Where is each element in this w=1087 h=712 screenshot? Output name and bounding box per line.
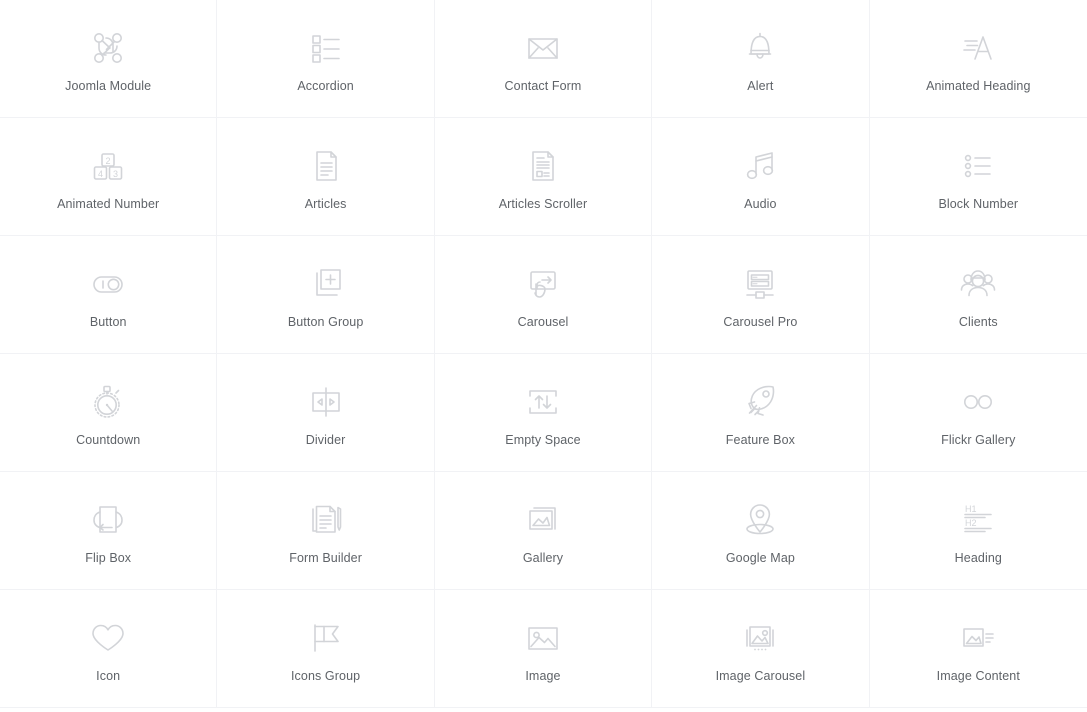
- element-label: Articles Scroller: [498, 197, 588, 211]
- element-card-form-builder[interactable]: Form Builder: [217, 472, 435, 590]
- two-circles-icon: [955, 379, 1001, 425]
- element-label: Audio: [744, 197, 777, 211]
- element-card-divider[interactable]: Divider: [217, 354, 435, 472]
- element-card-empty-space[interactable]: Empty Space: [434, 354, 653, 472]
- stopwatch-icon: [85, 379, 131, 425]
- element-label: Flickr Gallery: [941, 433, 1016, 447]
- toggle-switch-icon: [85, 261, 131, 307]
- element-label: Block Number: [938, 197, 1019, 211]
- element-label: Image Carousel: [715, 669, 806, 683]
- element-label: Gallery: [522, 551, 564, 565]
- heading-glyph-h1: H1: [965, 504, 977, 514]
- element-card-animated-number[interactable]: 2 4 3 Animated Number: [0, 118, 218, 236]
- element-card-button[interactable]: Button: [0, 236, 218, 354]
- number-glyph-left: 4: [98, 169, 103, 179]
- number-glyph-top: 2: [106, 156, 111, 166]
- element-card-articles-scroller[interactable]: Articles Scroller: [434, 118, 653, 236]
- swipe-hand-icon: [520, 261, 566, 307]
- element-label: Empty Space: [505, 433, 581, 447]
- picture-icon: [520, 615, 566, 661]
- element-card-image-carousel[interactable]: Image Carousel: [652, 590, 870, 708]
- envelope-icon: [520, 25, 566, 71]
- element-card-clients[interactable]: Clients: [869, 236, 1087, 354]
- element-label: Form Builder: [289, 551, 362, 565]
- element-card-feature-box[interactable]: Feature Box: [652, 354, 870, 472]
- element-label: Contact Form: [504, 79, 582, 93]
- picture-text-icon: [955, 615, 1001, 661]
- element-card-heading[interactable]: H1 H2 Heading: [869, 472, 1087, 590]
- element-label: Button: [89, 315, 127, 329]
- element-label: Heading: [954, 551, 1002, 565]
- element-label: Image: [525, 669, 561, 683]
- element-card-audio[interactable]: Audio: [652, 118, 870, 236]
- element-card-alert[interactable]: Alert: [652, 0, 870, 118]
- element-card-carousel-pro[interactable]: Carousel Pro: [652, 236, 870, 354]
- element-label: Feature Box: [725, 433, 795, 447]
- element-label: Alert: [747, 79, 774, 93]
- element-card-google-map[interactable]: Google Map: [652, 472, 870, 590]
- element-card-block-number[interactable]: Block Number: [869, 118, 1087, 236]
- heart-icon: [85, 615, 131, 661]
- number-glyph-right: 3: [113, 169, 118, 179]
- element-card-accordion[interactable]: Accordion: [217, 0, 435, 118]
- element-label: Clients: [958, 315, 998, 329]
- flip-card-icon: [85, 497, 131, 543]
- flag-icon: [303, 615, 349, 661]
- element-card-image-content[interactable]: Image Content: [869, 590, 1087, 708]
- element-label: Animated Number: [57, 197, 160, 211]
- bullet-list-icon: [955, 143, 1001, 189]
- element-card-carousel[interactable]: Carousel: [434, 236, 653, 354]
- people-group-icon: [955, 261, 1001, 307]
- up-down-arrows-icon: [520, 379, 566, 425]
- element-label: Flip Box: [85, 551, 132, 565]
- document-columns-icon: [520, 143, 566, 189]
- element-label: Animated Heading: [926, 79, 1031, 93]
- number-blocks-icon: 2 4 3: [85, 143, 131, 189]
- element-card-countdown[interactable]: Countdown: [0, 354, 218, 472]
- document-lines-icon: [303, 143, 349, 189]
- accordion-icon: [303, 25, 349, 71]
- element-label: Button Group: [287, 315, 364, 329]
- element-card-button-group[interactable]: Button Group: [217, 236, 435, 354]
- element-label: Articles: [304, 197, 347, 211]
- heading-glyph-h2: H2: [965, 518, 977, 528]
- element-label: Image Content: [936, 669, 1020, 683]
- element-label: Divider: [305, 433, 346, 447]
- element-label: Icon: [96, 669, 121, 683]
- element-card-contact-form[interactable]: Contact Form: [434, 0, 653, 118]
- element-grid: Joomla Module Accordion Contact Form Ale…: [0, 0, 1087, 708]
- map-pin-icon: [737, 497, 783, 543]
- element-card-articles[interactable]: Articles: [217, 118, 435, 236]
- element-card-flickr-gallery[interactable]: Flickr Gallery: [869, 354, 1087, 472]
- bell-icon: [737, 25, 783, 71]
- element-card-image[interactable]: Image: [434, 590, 653, 708]
- rocket-icon: [737, 379, 783, 425]
- animated-heading-icon: [955, 25, 1001, 71]
- element-label: Google Map: [725, 551, 795, 565]
- split-arrows-icon: [303, 379, 349, 425]
- picture-carousel-icon: [737, 615, 783, 661]
- element-card-icons-group[interactable]: Icons Group: [217, 590, 435, 708]
- music-note-icon: [737, 143, 783, 189]
- heading-levels-icon: H1 H2: [955, 497, 1001, 543]
- element-card-gallery[interactable]: Gallery: [434, 472, 653, 590]
- slider-panel-icon: [737, 261, 783, 307]
- element-label: Carousel: [517, 315, 569, 329]
- plus-square-stack-icon: [303, 261, 349, 307]
- element-label: Countdown: [76, 433, 141, 447]
- photo-stack-icon: [520, 497, 566, 543]
- element-label: Accordion: [297, 79, 354, 93]
- element-label: Icons Group: [290, 669, 361, 683]
- element-card-joomla-module[interactable]: Joomla Module: [0, 0, 218, 118]
- element-label: Joomla Module: [65, 79, 152, 93]
- element-card-animated-heading[interactable]: Animated Heading: [869, 0, 1087, 118]
- element-card-flip-box[interactable]: Flip Box: [0, 472, 218, 590]
- element-card-icon[interactable]: Icon: [0, 590, 218, 708]
- joomla-module-icon: [85, 25, 131, 71]
- element-label: Carousel Pro: [723, 315, 798, 329]
- document-pen-icon: [303, 497, 349, 543]
